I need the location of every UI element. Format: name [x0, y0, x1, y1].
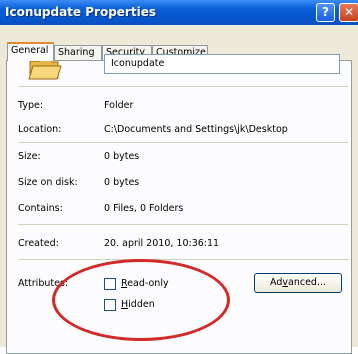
readonly-label-rest: ead-only [127, 278, 169, 289]
title-bar[interactable]: Iconupdate Properties ? ✕ [0, 0, 358, 26]
advanced-button[interactable]: Advanced... [254, 273, 342, 293]
close-icon[interactable]: ✕ [339, 3, 358, 22]
help-icon[interactable]: ? [316, 3, 335, 22]
advanced-label-start: Ad [270, 277, 283, 288]
separator [18, 142, 348, 143]
hidden-checkbox[interactable] [104, 299, 116, 311]
tab-general[interactable]: General [7, 42, 54, 61]
created-label: Created: [18, 238, 59, 249]
contains-value: 0 Files, 0 Folders [104, 203, 184, 214]
size-on-disk-label: Size on disk: [18, 177, 78, 188]
window-title: Iconupdate Properties [5, 5, 156, 19]
size-label: Size: [18, 151, 41, 162]
contains-label: Contains: [18, 203, 63, 214]
hidden-label-rest: idden [128, 299, 155, 310]
separator [18, 259, 348, 260]
readonly-label[interactable]: Read-only [121, 278, 169, 289]
advanced-label-rest: anced... [288, 277, 326, 288]
separator [18, 86, 348, 87]
folder-name-input[interactable]: Iconupdate [104, 54, 340, 74]
location-label: Location: [18, 124, 62, 135]
attributes-label: Attributes: [18, 278, 69, 289]
type-value: Folder [104, 100, 134, 111]
location-value: C:\Documents and Settings\jk\Desktop [104, 124, 288, 135]
separator [18, 224, 348, 225]
size-value: 0 bytes [104, 151, 140, 162]
size-on-disk-value: 0 bytes [104, 177, 140, 188]
type-label: Type: [18, 100, 44, 111]
hidden-label[interactable]: Hidden [121, 299, 155, 310]
created-value: 20. april 2010, 10:36:11 [104, 238, 220, 249]
readonly-checkbox[interactable] [104, 278, 116, 290]
